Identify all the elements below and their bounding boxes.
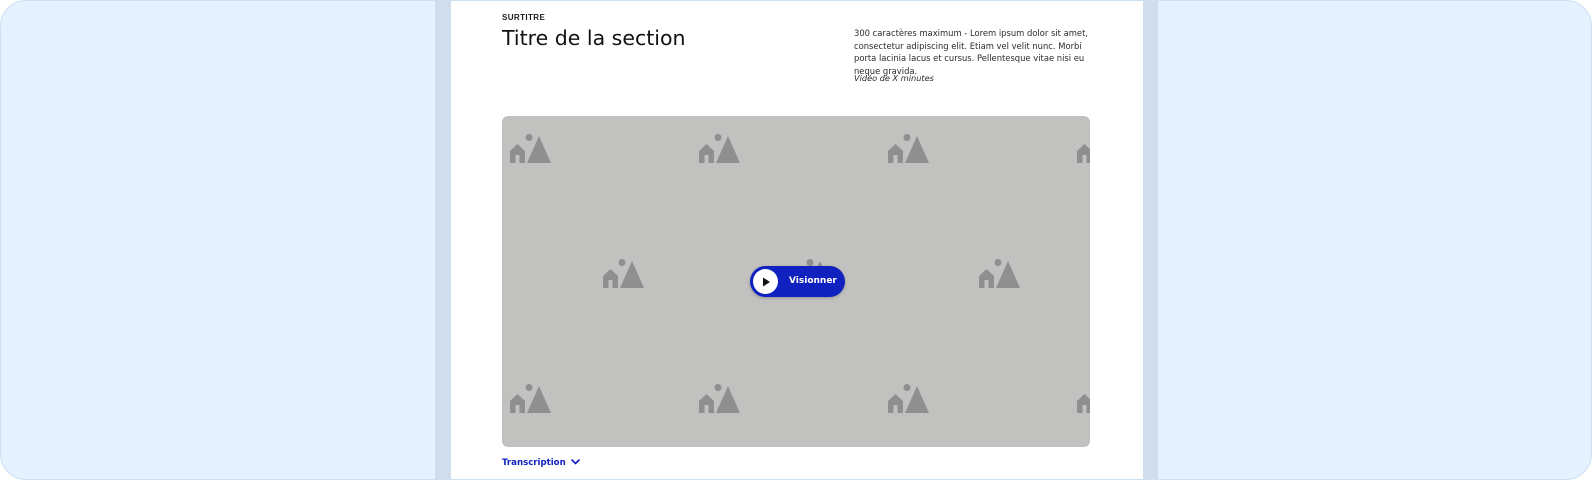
chevron-down-icon: [570, 458, 580, 468]
play-button[interactable]: Visionner: [750, 266, 845, 297]
transcription-toggle[interactable]: Transcription: [502, 456, 580, 470]
video-player[interactable]: Visionner: [502, 116, 1090, 447]
image-placeholder-icon: [697, 132, 743, 166]
image-placeholder-icon: [508, 382, 554, 416]
play-button-label: Visionner: [789, 276, 837, 286]
canvas-frame: SURTITRE Titre de la section 300 caractè…: [0, 0, 1592, 480]
image-placeholder-icon: [977, 257, 1023, 291]
content-panel: SURTITRE Titre de la section 300 caractè…: [451, 1, 1143, 479]
section-title: Titre de la section: [502, 26, 686, 50]
section-eyebrow: SURTITRE: [502, 13, 546, 22]
video-duration: Vidéo de X minutes: [854, 73, 934, 83]
image-placeholder-icon: [886, 132, 932, 166]
image-placeholder-icon: [886, 382, 932, 416]
image-placeholder-icon: [1075, 132, 1090, 166]
image-placeholder-icon: [508, 132, 554, 166]
play-icon: [753, 269, 778, 294]
image-placeholder-icon: [697, 382, 743, 416]
image-placeholder-icon: [1075, 382, 1090, 416]
section-description: 300 caractères maximum - Lorem ipsum dol…: [854, 28, 1089, 76]
image-placeholder-icon: [601, 257, 647, 291]
transcription-label: Transcription: [502, 458, 566, 468]
